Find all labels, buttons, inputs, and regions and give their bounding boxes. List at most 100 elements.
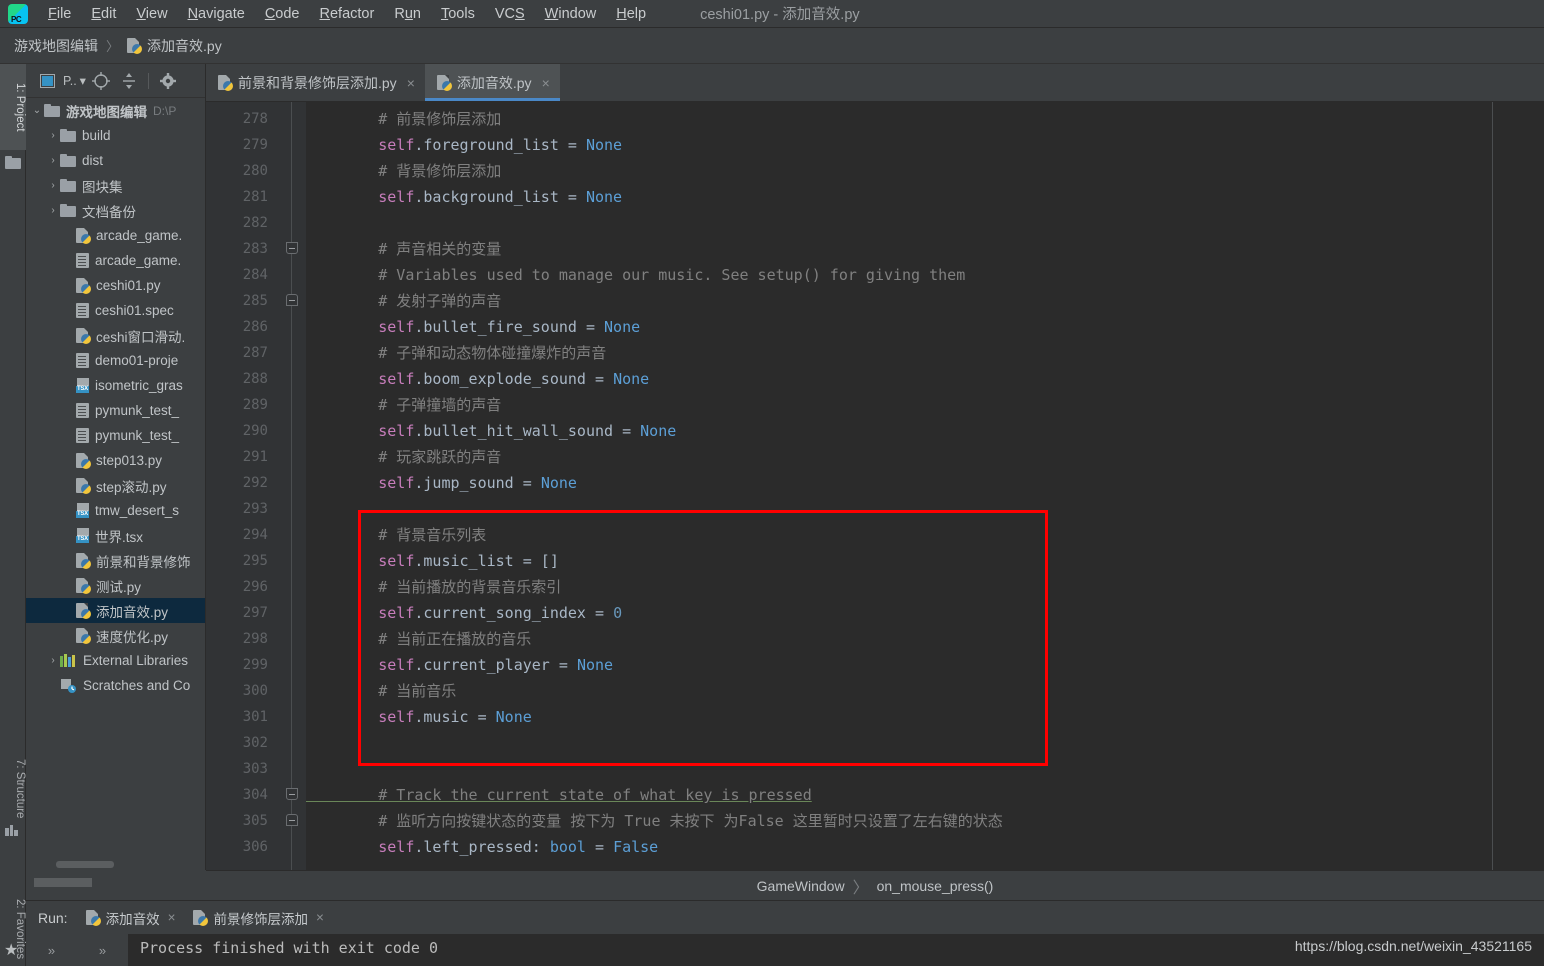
code-token: # 声音相关的变量 xyxy=(306,240,502,258)
menu-item-edit[interactable]: Edit xyxy=(81,3,126,25)
project-scope-button[interactable] xyxy=(34,69,60,93)
chevron-right-icon[interactable]: › xyxy=(46,155,60,166)
menu-item-view[interactable]: View xyxy=(126,3,177,25)
menu-item-navigate[interactable]: Navigate xyxy=(178,3,255,25)
line-number: 297 xyxy=(242,605,268,621)
line-number: 282 xyxy=(242,215,268,231)
tree-item[interactable]: › dist xyxy=(26,148,205,173)
code-token: None xyxy=(585,188,623,206)
chevron-right-icon[interactable]: › xyxy=(46,130,60,141)
python-file-icon xyxy=(76,577,91,594)
tree-item[interactable]: arcade_game. xyxy=(26,248,205,273)
menu-item-vcs[interactable]: VCS xyxy=(485,3,535,25)
fold-gutter[interactable] xyxy=(278,102,306,870)
sidebar-item-project[interactable]: 1: Project xyxy=(0,64,26,150)
code-token: # 前景修饰层添加 xyxy=(306,110,502,128)
tree-item[interactable]: › 文档备份 xyxy=(26,198,205,223)
run-tab[interactable]: 添加音效 × xyxy=(83,904,178,937)
tree-item[interactable]: demo01-proje xyxy=(26,348,205,373)
code-fold-marker[interactable] xyxy=(286,294,298,306)
breadcrumb-file[interactable]: 添加音效.py xyxy=(127,36,222,56)
close-icon[interactable]: × xyxy=(316,910,324,925)
menu-item-tools[interactable]: Tools xyxy=(431,3,485,25)
code-token: # Track the current state of what key is… xyxy=(306,786,812,804)
tree-item[interactable]: pymunk_test_ xyxy=(26,423,205,448)
tree-item-label: step013.py xyxy=(96,453,163,468)
pycharm-window: FileEditViewNavigateCodeRefactorRunTools… xyxy=(0,0,1544,966)
tree-item[interactable]: step013.py xyxy=(26,448,205,473)
code-fold-marker[interactable] xyxy=(286,788,298,800)
project-scope-label[interactable]: P.. xyxy=(63,74,77,88)
code-text-area[interactable]: # 前景修饰层添加 self.foreground_list = None # … xyxy=(306,102,1544,870)
project-tree[interactable]: ⌄ 游戏地图编辑 D:\P › build › dist › 图块集 › 文档备份 arcade_ga… xyxy=(26,98,205,856)
close-icon[interactable]: × xyxy=(542,75,550,91)
menu-item-window[interactable]: Window xyxy=(535,3,607,25)
chevron-down-icon[interactable]: ▾ xyxy=(80,73,86,88)
code-token: # 监听方向按键状态的变量 按下为 True 未按下 为False 这里暂时只设… xyxy=(306,812,1003,830)
python-file-icon xyxy=(218,74,233,91)
tree-item[interactable]: ⌄ 游戏地图编辑 D:\P xyxy=(26,98,205,123)
line-number: 291 xyxy=(242,449,268,465)
menu-item-code[interactable]: Code xyxy=(255,3,310,25)
menu-item-file[interactable]: File xyxy=(38,3,81,25)
code-editor[interactable]: 278 279 280 281 282 283 284 285 286 287 288 289 290 2… xyxy=(206,102,1544,870)
breadcrumb-class[interactable]: GameWindow xyxy=(757,878,845,894)
menu-item-help[interactable]: Help xyxy=(606,3,656,25)
tree-item[interactable]: pymunk_test_ xyxy=(26,398,205,423)
tree-item[interactable]: 测试.py xyxy=(26,573,205,598)
collapse-all-button[interactable] xyxy=(116,69,142,93)
project-horizontal-scrollbar[interactable] xyxy=(56,861,114,868)
editor-tab[interactable]: 前景和背景修饰层添加.py × xyxy=(206,64,425,101)
tree-item[interactable]: TSX 世界.tsx xyxy=(26,523,205,548)
tree-item[interactable]: › External Libraries xyxy=(26,648,205,673)
locate-file-button[interactable] xyxy=(88,69,114,93)
breadcrumb-project[interactable]: 游戏地图编辑 xyxy=(14,36,98,56)
line-number: 293 xyxy=(242,501,268,517)
editor-tab-label: 前景和背景修饰层添加.py xyxy=(238,74,397,91)
tree-item[interactable]: 速度优化.py xyxy=(26,623,205,648)
tree-item[interactable]: TSX isometric_gras xyxy=(26,373,205,398)
breadcrumb-method[interactable]: on_mouse_press() xyxy=(877,878,994,894)
code-fold-marker[interactable] xyxy=(286,814,298,826)
code-token: self xyxy=(378,318,415,336)
code-line: self.boom_explode_sound = None xyxy=(306,366,649,392)
tree-item[interactable]: ceshi01.spec xyxy=(26,298,205,323)
gear-icon[interactable] xyxy=(155,69,181,93)
tree-item[interactable]: TSX tmw_desert_s xyxy=(26,498,205,523)
tree-item[interactable]: arcade_game. xyxy=(26,223,205,248)
chevron-down-icon[interactable]: ⌄ xyxy=(30,105,44,116)
tree-item[interactable]: › 图块集 xyxy=(26,173,205,198)
code-line: self.bullet_fire_sound = None xyxy=(306,314,640,340)
tree-item-label: arcade_game. xyxy=(95,253,182,268)
expand-chevron-2-icon[interactable]: » xyxy=(77,943,128,958)
tree-item[interactable]: › build xyxy=(26,123,205,148)
line-number: 298 xyxy=(242,631,268,647)
python-file-icon xyxy=(436,74,452,91)
tree-item[interactable]: Scratches and Co xyxy=(26,673,205,698)
tree-item[interactable]: 前景和背景修饰 xyxy=(26,548,205,573)
close-icon[interactable]: × xyxy=(407,75,415,91)
editor-tab[interactable]: 添加音效.py × xyxy=(424,64,560,101)
menu-item-refactor[interactable]: Refactor xyxy=(310,3,385,25)
code-token: None xyxy=(540,474,577,492)
chevron-right-icon[interactable]: › xyxy=(46,655,60,666)
menu-item-run[interactable]: Run xyxy=(384,3,431,25)
tree-item[interactable]: ceshi窗口滑动. xyxy=(26,323,205,348)
code-token: .current_player = xyxy=(414,656,577,674)
run-tab[interactable]: 前景修饰层添加 × xyxy=(191,904,325,932)
tree-item[interactable]: step滚动.py xyxy=(26,473,205,498)
expand-chevron-1-icon[interactable]: » xyxy=(26,943,77,958)
tree-item[interactable]: ceshi01.py xyxy=(26,273,205,298)
code-line: # 前景修饰层添加 xyxy=(306,106,501,132)
code-token: self xyxy=(378,370,415,388)
chevron-right-icon[interactable]: › xyxy=(46,180,60,191)
tree-item[interactable]: 添加音效.py xyxy=(26,598,205,623)
code-fold-marker[interactable] xyxy=(286,242,298,254)
close-icon[interactable]: × xyxy=(168,910,176,925)
python-file-icon xyxy=(76,452,91,469)
chevron-right-icon[interactable]: › xyxy=(46,205,60,216)
code-line: self.current_song_index = 0 xyxy=(306,600,622,626)
